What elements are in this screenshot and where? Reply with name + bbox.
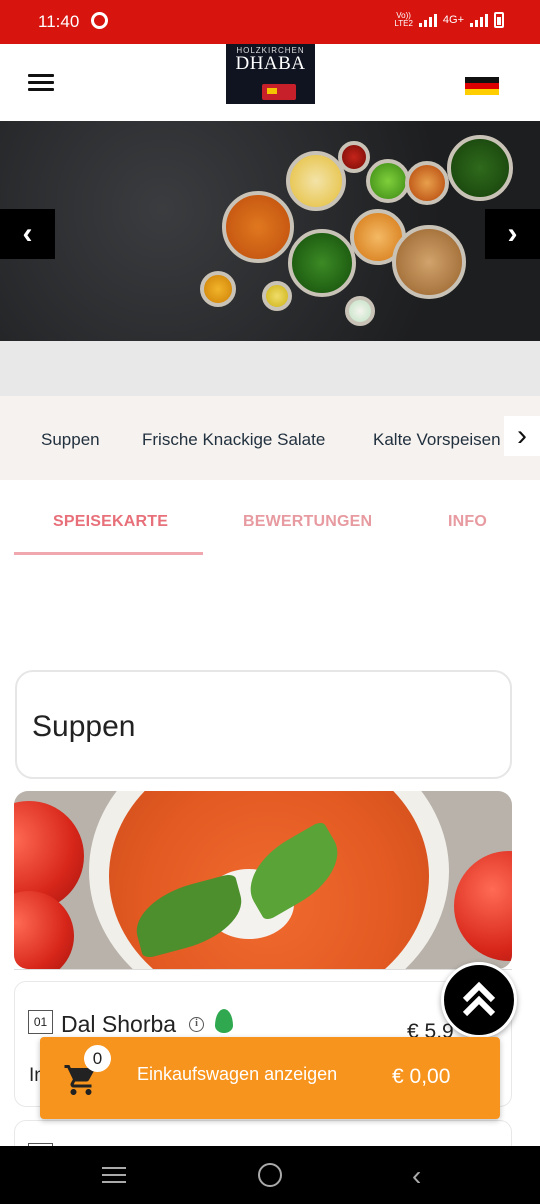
category-salate[interactable]: Frische Knackige Salate — [142, 430, 325, 450]
dish-image — [262, 281, 292, 311]
scroll-to-top-button[interactable] — [441, 962, 517, 1038]
active-tab-indicator — [14, 552, 203, 555]
status-indicators: Vo)) LTE2 4G+ — [394, 12, 504, 28]
dish-image — [338, 141, 370, 173]
home-icon[interactable] — [258, 1163, 282, 1187]
chevron-right-icon: › — [507, 217, 518, 250]
food-banner-carousel: ‹ › — [0, 121, 540, 341]
dish-image — [288, 229, 356, 297]
dish-image — [447, 135, 513, 201]
dish-image — [345, 296, 375, 326]
tomato-image — [454, 851, 512, 961]
item-number: 01 — [28, 1010, 53, 1034]
tab-bewertungen[interactable]: BEWERTUNGEN — [243, 513, 372, 531]
menu-tabs: SPEISEKARTE BEWERTUNGEN INFO — [0, 490, 540, 556]
section-image — [14, 791, 512, 969]
status-time: 11:40 — [38, 12, 80, 31]
section-header-card: Suppen — [15, 670, 512, 779]
back-icon[interactable]: ‹ — [412, 1160, 421, 1192]
chevron-left-icon: ‹ — [22, 217, 33, 250]
hamburger-menu-icon[interactable] — [28, 74, 54, 92]
cart-count-badge: 0 — [84, 1045, 111, 1072]
truck-icon — [262, 84, 296, 100]
network-type: 4G+ — [442, 14, 464, 26]
system-navigation-bar: ‹ — [0, 1146, 540, 1204]
info-icon[interactable]: i — [189, 1017, 204, 1032]
double-chevron-up-icon — [462, 981, 496, 1017]
restaurant-logo[interactable]: HOLZKIRCHEN DHABA — [226, 44, 315, 104]
status-bar: 11:40 Vo)) LTE2 4G+ — [0, 0, 540, 44]
signal-icon-2 — [470, 13, 488, 27]
category-suppen[interactable]: Suppen — [41, 430, 100, 450]
dish-image — [366, 159, 410, 203]
tomato-image — [14, 891, 74, 969]
app-header: HOLZKIRCHEN DHABA — [0, 44, 540, 121]
cart-total: € 0,00 — [392, 1065, 451, 1088]
german-flag-icon[interactable] — [465, 77, 499, 95]
recent-apps-icon[interactable] — [102, 1167, 126, 1185]
banner-spacer — [0, 341, 540, 396]
view-cart-button[interactable]: 0 Einkaufswagen anzeigen € 0,00 — [40, 1037, 500, 1119]
tab-info[interactable]: INFO — [448, 513, 487, 531]
settings-gear-icon — [91, 12, 108, 29]
divider — [14, 969, 512, 970]
logo-title: DHABA — [235, 53, 306, 74]
carrier-label: Vo)) LTE2 — [394, 11, 413, 28]
section-title: Suppen — [32, 710, 136, 743]
tab-speisekarte[interactable]: SPEISEKARTE — [53, 513, 168, 531]
category-next-button[interactable]: › — [504, 416, 540, 456]
signal-icon — [418, 13, 437, 27]
category-kalte-vorspeisen[interactable]: Kalte Vorspeisen — [373, 430, 501, 450]
vegetarian-leaf-icon — [215, 1009, 233, 1033]
dish-image — [405, 161, 449, 205]
banner-next-button[interactable]: › — [485, 209, 540, 259]
item-name: Dal Shorba — [61, 1011, 177, 1037]
chevron-right-icon: › — [517, 419, 527, 452]
dish-image — [392, 225, 466, 299]
dish-image — [222, 191, 294, 263]
category-scroll-bar: Suppen Frische Knackige Salate Kalte Vor… — [0, 396, 540, 480]
cart-label: Einkaufswagen anzeigen — [137, 1064, 338, 1084]
dish-image — [200, 271, 236, 307]
dish-image — [286, 151, 346, 211]
battery-icon — [494, 12, 504, 28]
banner-prev-button[interactable]: ‹ — [0, 209, 55, 259]
